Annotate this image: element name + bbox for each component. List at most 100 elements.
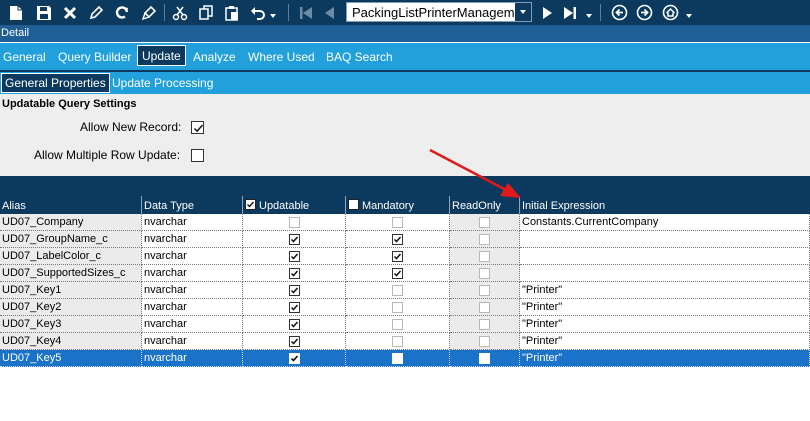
cell-readonly[interactable] [450, 350, 520, 367]
readonly-checkbox[interactable] [479, 216, 490, 228]
cell-alias[interactable]: UD07_GroupName_c [0, 231, 142, 248]
save-icon[interactable] [34, 3, 54, 22]
table-row[interactable]: UD07_LabelColor_c nvarchar [0, 248, 810, 265]
cell-initial-expression[interactable] [520, 248, 810, 265]
table-row[interactable]: UD07_Key5 nvarchar "Printer" [0, 350, 810, 367]
clear-icon[interactable] [139, 3, 159, 22]
readonly-checkbox[interactable] [479, 352, 490, 364]
column-header-updatable[interactable]: Updatable [243, 196, 346, 214]
paste-icon[interactable] [222, 3, 242, 22]
updatable-checkbox[interactable] [288, 352, 300, 364]
cell-data-type[interactable]: nvarchar [142, 231, 243, 248]
readonly-checkbox[interactable] [479, 250, 490, 262]
cell-initial-expression[interactable]: "Printer" [520, 299, 810, 316]
cell-alias[interactable]: UD07_Key1 [0, 282, 142, 299]
table-row[interactable]: UD07_GroupName_c nvarchar [0, 231, 810, 248]
column-header-alias[interactable]: Alias [0, 196, 142, 214]
updatable-checkbox[interactable] [288, 318, 300, 330]
cell-readonly[interactable] [450, 265, 520, 282]
cell-updatable[interactable] [243, 248, 346, 265]
cell-initial-expression[interactable]: "Printer" [520, 350, 810, 367]
next-record-icon[interactable] [537, 3, 557, 22]
chevron-down-icon[interactable] [515, 3, 531, 21]
cell-alias[interactable]: UD07_SupportedSizes_c [0, 265, 142, 282]
column-header-readonly[interactable]: ReadOnly [450, 196, 520, 214]
undo-dropdown-icon[interactable] [270, 14, 276, 18]
cell-readonly[interactable] [450, 214, 520, 231]
updatable-checkbox[interactable] [288, 233, 300, 245]
mandatory-checkbox[interactable] [392, 267, 403, 279]
column-header-mandatory[interactable]: Mandatory [346, 196, 450, 214]
cell-data-type[interactable]: nvarchar [142, 248, 243, 265]
cell-updatable[interactable] [243, 231, 346, 248]
cell-readonly[interactable] [450, 282, 520, 299]
undo-icon[interactable] [248, 3, 268, 22]
updatable-checkbox[interactable] [288, 216, 300, 228]
last-record-icon[interactable] [560, 3, 580, 22]
forward-icon[interactable] [634, 3, 654, 22]
cut-icon[interactable] [170, 3, 190, 22]
cell-alias[interactable]: UD07_Key5 [0, 350, 142, 367]
cell-mandatory[interactable] [346, 316, 450, 333]
cell-mandatory[interactable] [346, 299, 450, 316]
cell-readonly[interactable] [450, 316, 520, 333]
home-dropdown-icon[interactable] [686, 14, 692, 18]
mandatory-checkbox[interactable] [392, 233, 403, 245]
allow-new-record-checkbox[interactable] [191, 121, 204, 134]
tab-where-used[interactable]: Where Used [248, 43, 315, 70]
cell-alias[interactable]: UD07_Key2 [0, 299, 142, 316]
readonly-checkbox[interactable] [479, 335, 490, 347]
cell-mandatory[interactable] [346, 333, 450, 350]
cell-readonly[interactable] [450, 248, 520, 265]
tab-baq-search[interactable]: BAQ Search [326, 43, 393, 70]
cell-mandatory[interactable] [346, 265, 450, 282]
cell-data-type[interactable]: nvarchar [142, 333, 243, 350]
home-icon[interactable] [660, 3, 680, 22]
cell-data-type[interactable]: nvarchar [142, 350, 243, 367]
navigation-dropdown-icon[interactable] [586, 14, 592, 18]
cell-alias[interactable]: UD07_Key3 [0, 316, 142, 333]
tab-analyze[interactable]: Analyze [193, 43, 236, 70]
pencil-icon[interactable] [86, 3, 106, 22]
cell-initial-expression[interactable]: Constants.CurrentCompany [520, 214, 810, 231]
new-icon[interactable] [6, 3, 26, 22]
mandatory-checkbox[interactable] [392, 335, 403, 347]
mandatory-checkbox[interactable] [392, 301, 403, 313]
mandatory-checkbox[interactable] [392, 352, 403, 364]
updatable-checkbox[interactable] [288, 250, 300, 262]
table-row[interactable]: UD07_Company nvarchar Constants.CurrentCom… [0, 214, 810, 231]
cell-updatable[interactable] [243, 282, 346, 299]
cell-updatable[interactable] [243, 299, 346, 316]
mandatory-checkbox[interactable] [392, 318, 403, 330]
cell-data-type[interactable]: nvarchar [142, 214, 243, 231]
back-icon[interactable] [609, 3, 629, 22]
mandatory-checkbox[interactable] [392, 284, 403, 296]
cell-mandatory[interactable] [346, 282, 450, 299]
updatable-checkbox[interactable] [288, 267, 300, 279]
table-row[interactable]: UD07_Key4 nvarchar "Printer" [0, 333, 810, 350]
readonly-checkbox[interactable] [479, 233, 490, 245]
cell-updatable[interactable] [243, 316, 346, 333]
cell-readonly[interactable] [450, 231, 520, 248]
cell-readonly[interactable] [450, 333, 520, 350]
mandatory-checkbox[interactable] [392, 216, 403, 228]
cell-updatable[interactable] [243, 333, 346, 350]
mandatory-checkbox[interactable] [392, 250, 403, 262]
cell-alias[interactable]: UD07_Company [0, 214, 142, 231]
cell-mandatory[interactable] [346, 231, 450, 248]
cell-initial-expression[interactable]: "Printer" [520, 282, 810, 299]
cell-data-type[interactable]: nvarchar [142, 299, 243, 316]
readonly-checkbox[interactable] [479, 267, 490, 279]
table-row[interactable]: UD07_Key2 nvarchar "Printer" [0, 299, 810, 316]
copy-icon[interactable] [196, 3, 216, 22]
allow-multiple-row-update-checkbox[interactable] [191, 149, 204, 162]
delete-icon[interactable] [60, 3, 80, 22]
cell-mandatory[interactable] [346, 214, 450, 231]
cell-initial-expression[interactable]: "Printer" [520, 316, 810, 333]
updatable-select-all-checkbox[interactable] [245, 199, 256, 210]
cell-mandatory[interactable] [346, 248, 450, 265]
cell-mandatory[interactable] [346, 350, 450, 367]
tab-general-properties[interactable]: General Properties [1, 73, 110, 93]
readonly-checkbox[interactable] [479, 301, 490, 313]
cell-initial-expression[interactable] [520, 231, 810, 248]
